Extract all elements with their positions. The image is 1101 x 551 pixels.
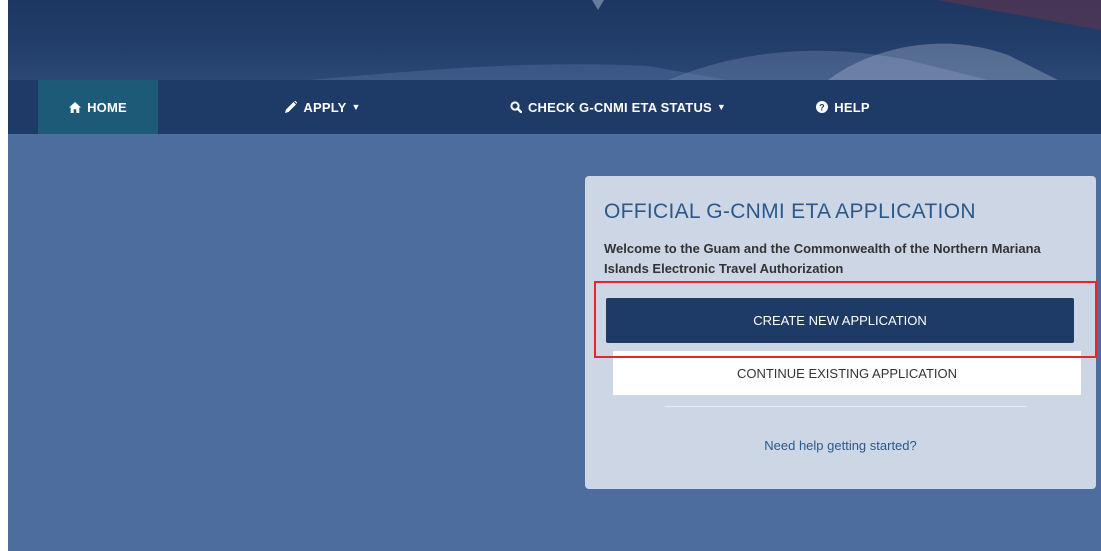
nav-home[interactable]: HOME — [38, 80, 158, 134]
continue-existing-application-button[interactable]: CONTINUE EXISTING APPLICATION — [613, 351, 1081, 395]
create-new-application-button[interactable]: CREATE NEW APPLICATION — [606, 298, 1074, 343]
header-banner — [8, 0, 1101, 80]
main-navbar: HOME APPLY ▼ CHECK G-CNMI ETA STATUS ▼ ?… — [8, 80, 1101, 134]
home-icon — [69, 101, 82, 113]
nav-check-status[interactable]: CHECK G-CNMI ETA STATUS ▼ — [478, 80, 758, 134]
card-title: OFFICIAL G-CNMI ETA APPLICATION — [604, 200, 976, 223]
nav-apply-label: APPLY — [303, 99, 347, 115]
nav-home-label: HOME — [87, 99, 127, 115]
application-card: OFFICIAL G-CNMI ETA APPLICATION Welcome … — [585, 176, 1096, 489]
caret-down-icon: ▼ — [716, 102, 727, 112]
help-getting-started-link[interactable]: Need help getting started? — [585, 438, 1096, 453]
welcome-text: Welcome to the Guam and the Commonwealth… — [604, 241, 1041, 276]
divider — [665, 406, 1027, 407]
search-icon — [510, 101, 522, 113]
question-circle-icon: ? — [816, 101, 829, 113]
caret-down-icon: ▼ — [351, 102, 361, 112]
nav-help-label: HELP — [834, 99, 870, 115]
svg-text:?: ? — [819, 102, 825, 112]
nav-check-status-label: CHECK G-CNMI ETA STATUS — [527, 99, 712, 115]
pencil-icon — [285, 101, 298, 113]
page-background: HOME APPLY ▼ CHECK G-CNMI ETA STATUS ▼ ?… — [8, 0, 1101, 551]
nav-apply[interactable]: APPLY ▼ — [258, 80, 388, 134]
nav-help[interactable]: ? HELP — [798, 80, 888, 134]
